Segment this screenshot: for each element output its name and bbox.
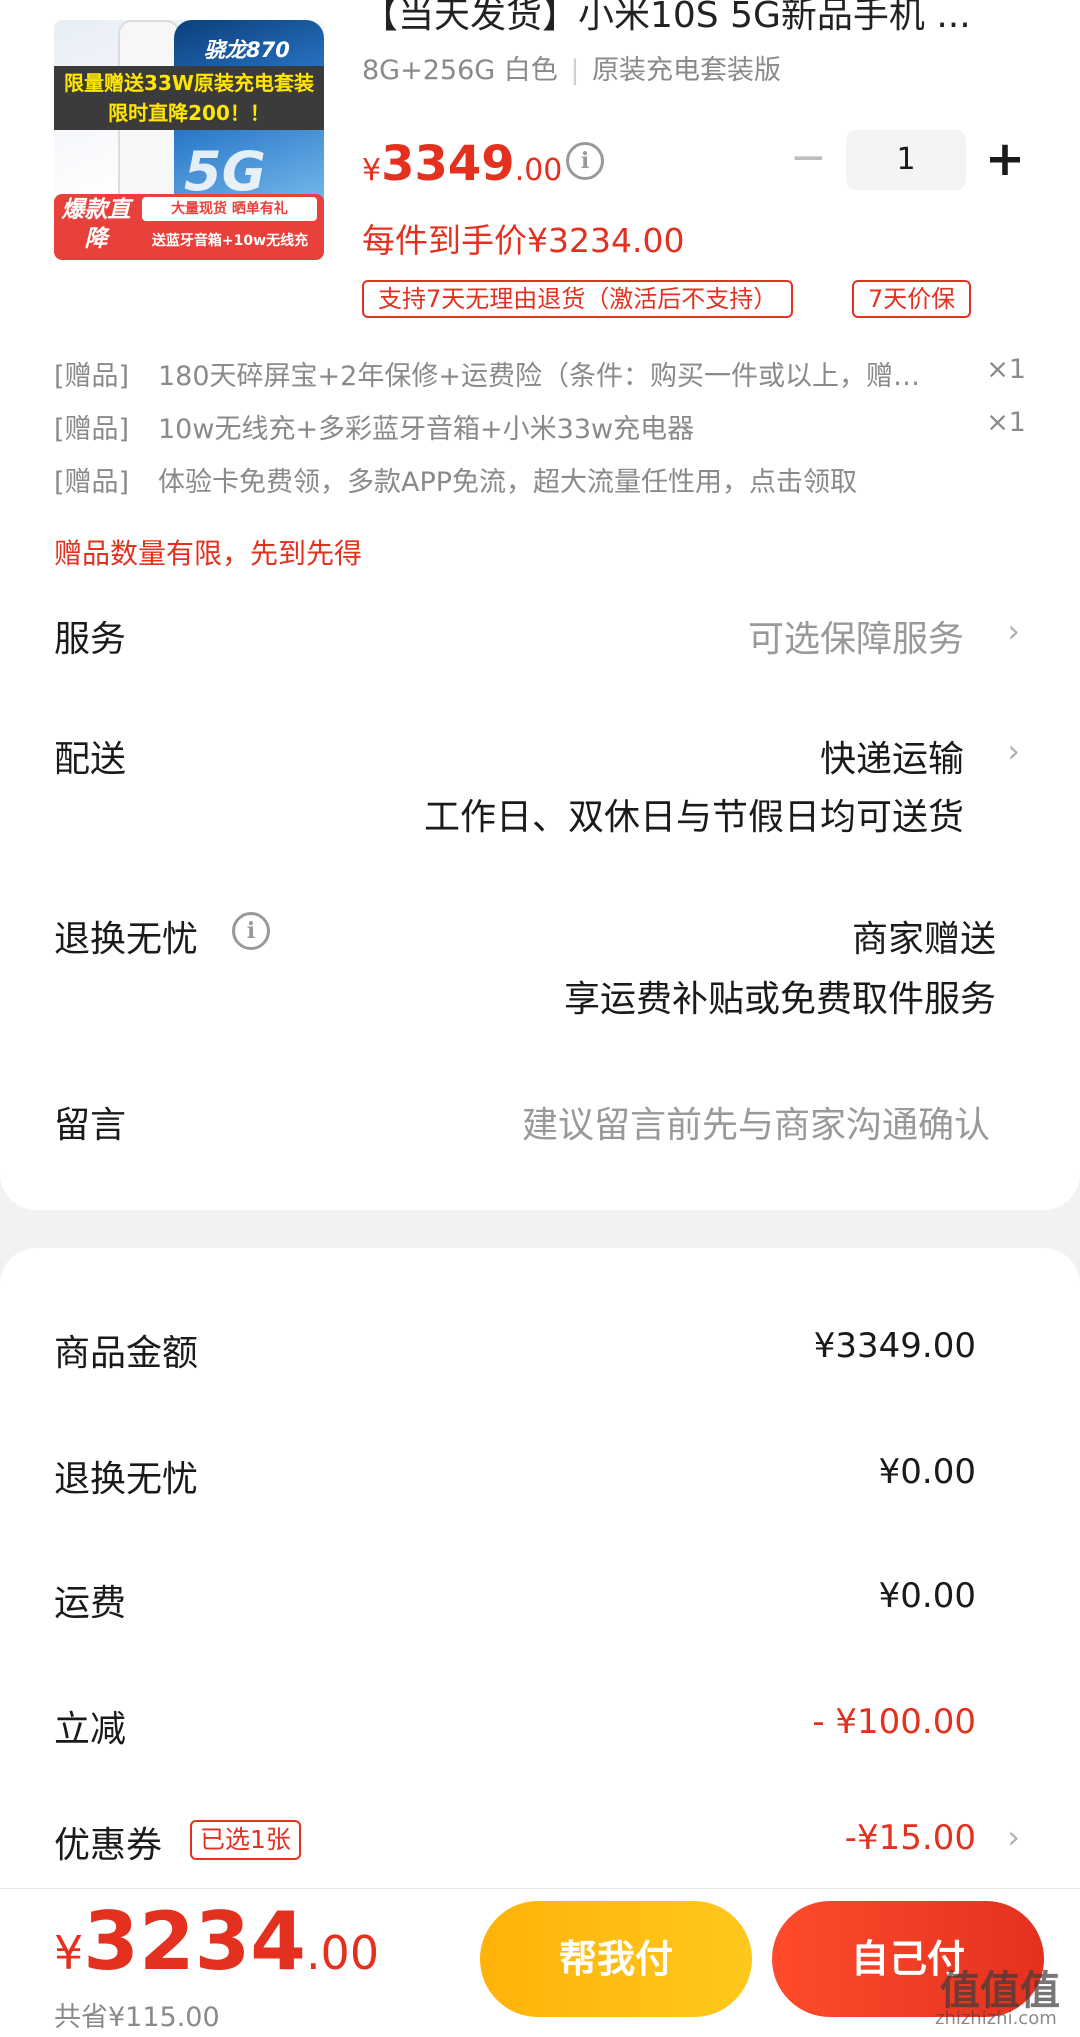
price-decimal: .00: [514, 153, 563, 188]
stock-label: 大量现货 晒单有礼: [142, 197, 317, 221]
gift-item[interactable]: [赠品] 180天碎屏宝+2年保修+运费险（条件：购买一件或以上，赠送180天碎…: [54, 354, 1026, 394]
spec-variant: 8G+256G 白色: [362, 55, 558, 86]
discount-value: - ¥100.00: [812, 1702, 976, 1742]
arrival-price: 每件到手价¥3234.00: [362, 221, 685, 260]
gift-text: 体验卡免费领，多款APP免流，超大流量任性用，点击领取: [158, 467, 858, 498]
product-title[interactable]: 【当天发货】小米10S 5G新品手机 ...: [362, 0, 1012, 38]
price-summary-card: 商品金额 ¥3349.00 退换无忧 ¥0.00 运费 ¥0.00 立减 - ¥…: [0, 1248, 1080, 1888]
hot-deal-badge: 爆款直降 大量现货 晒单有礼 送蓝牙音箱+10w无线充: [54, 194, 324, 260]
coupon-label: 优惠券: [54, 1825, 163, 1866]
order-confirm-page: 骁龙870 限量赠送33W原装充电套装 限时直降200！！ 5G 爆款直降 大量…: [0, 0, 1080, 2037]
promo-banner-line2: 限时直降200！！: [108, 101, 270, 125]
chip-label: 骁龙870: [204, 38, 290, 62]
gift-label: [赠品]: [54, 467, 130, 498]
total-decimal: .00: [305, 1926, 380, 1980]
gift-label: [赠品]: [54, 361, 130, 392]
checkout-bar: ¥3234.00 共省¥115.00 帮我付 自己付: [0, 1888, 1080, 2037]
gift-item[interactable]: [赠品] 10w无线充+多彩蓝牙音箱+小米33w充电器 ×1: [54, 407, 1026, 447]
spec-version: 原装充电套装版: [592, 55, 782, 86]
gift-text: 180天碎屏宝+2年保修+运费险（条件：购买一件或以上，赠送180天碎屏宝+2年…: [158, 361, 938, 392]
service-value[interactable]: 可选保障服务: [748, 610, 964, 662]
returns-value: 商家赠送: [851, 919, 996, 960]
returns-fee-value: ¥0.00: [878, 1452, 976, 1492]
gift-count: ×1: [986, 407, 1026, 438]
shipping-fee-value: ¥0.00: [878, 1576, 976, 1616]
order-detail-card: 骁龙870 限量赠送33W原装充电套装 限时直降200！！ 5G 爆款直降 大量…: [0, 0, 1080, 1210]
price-integer: 3349: [381, 136, 515, 192]
site-watermark-url: zhizhizhi.com: [935, 2008, 1057, 2029]
spec-separator: |: [570, 55, 580, 86]
chevron-right-icon[interactable]: ›: [1007, 732, 1020, 770]
price-info-icon[interactable]: i: [566, 142, 604, 180]
help-pay-button[interactable]: 帮我付: [480, 1901, 752, 2017]
service-label: 服务: [54, 619, 127, 660]
saved-amount: 共省¥115.00: [54, 2002, 220, 2033]
hot-deal-label: 爆款直降: [61, 197, 131, 252]
coupon-value[interactable]: -¥15.00: [845, 1818, 976, 1858]
price-protect-tag: 7天价保: [852, 280, 972, 318]
goods-amount-label: 商品金额: [54, 1333, 199, 1374]
price-currency: ¥: [362, 153, 382, 188]
message-input[interactable]: 建议留言前先与商家沟通确认: [522, 1096, 990, 1148]
return-policy-tag: 支持7天无理由退货（激活后不支持）: [362, 280, 794, 318]
product-spec[interactable]: 8G+256G 白色 | 原装充电套装版: [362, 48, 781, 87]
shipping-fee-label: 运费: [54, 1583, 127, 1624]
goods-amount-value: ¥3349.00: [813, 1326, 976, 1366]
gift-label: [赠品]: [54, 414, 130, 445]
chevron-right-icon[interactable]: ›: [1007, 1818, 1020, 1856]
promo-banner: 限量赠送33W原装充电套装 限时直降200！！: [54, 66, 324, 130]
returns-fee-label: 退换无忧: [54, 1459, 199, 1500]
returns-info-icon[interactable]: i: [232, 912, 270, 950]
unit-price: ¥3349.00: [362, 136, 562, 192]
promo-banner-line1: 限量赠送33W原装充电套装: [64, 71, 314, 95]
total-integer: 3234: [83, 1895, 306, 1988]
returns-detail: 享运费补贴或免费取件服务: [563, 979, 996, 1020]
gift-text: 10w无线充+多彩蓝牙音箱+小米33w充电器: [158, 414, 695, 445]
total-price: ¥3234.00: [54, 1895, 379, 1988]
quantity-increase-button[interactable]: +: [984, 134, 1026, 184]
delivery-detail: 工作日、双休日与节假日均可送货: [423, 797, 964, 838]
delivery-method[interactable]: 快递运输: [820, 730, 964, 782]
chevron-right-icon[interactable]: ›: [1007, 612, 1020, 650]
delivery-label: 配送: [54, 739, 127, 780]
product-image[interactable]: 骁龙870 限量赠送33W原装充电套装 限时直降200！！ 5G 爆款直降 大量…: [54, 20, 324, 260]
total-currency: ¥: [54, 1926, 84, 1980]
discount-label: 立减: [54, 1709, 127, 1750]
returns-label: 退换无忧: [54, 919, 199, 960]
message-label: 留言: [54, 1105, 127, 1146]
gift-count: ×1: [986, 354, 1026, 385]
quantity-decrease-button[interactable]: −: [790, 136, 827, 180]
gift-promo-label: 送蓝牙音箱+10w无线充: [151, 233, 309, 249]
coupon-selected-badge[interactable]: 已选1张: [190, 1820, 301, 1860]
gift-item[interactable]: [赠品] 体验卡免费领，多款APP免流，超大流量任性用，点击领取: [54, 460, 1026, 500]
gift-note: 赠品数量有限，先到先得: [54, 537, 363, 570]
quantity-input[interactable]: 1: [846, 130, 966, 190]
